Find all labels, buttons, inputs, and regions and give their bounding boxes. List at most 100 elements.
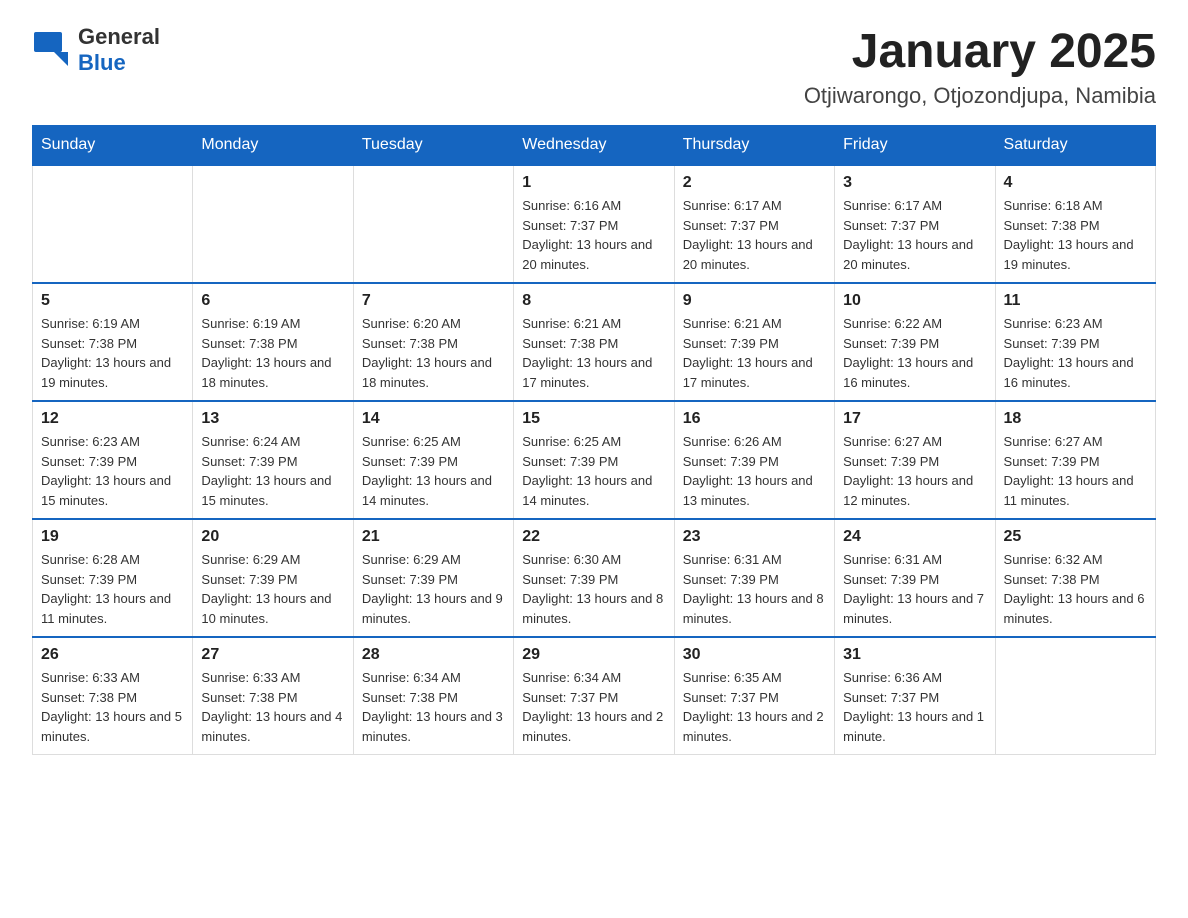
day-number: 13 (201, 410, 344, 428)
calendar-day-cell: 13 Sunrise: 6:24 AMSunset: 7:39 PMDayligh… (193, 401, 353, 519)
day-info: Sunrise: 6:35 AMSunset: 7:37 PMDaylight:… (683, 668, 826, 746)
day-info: Sunrise: 6:18 AMSunset: 7:38 PMDaylight:… (1004, 196, 1147, 274)
day-number: 6 (201, 292, 344, 310)
day-number: 8 (522, 292, 665, 310)
day-number: 15 (522, 410, 665, 428)
day-of-week-header: Sunday (33, 126, 193, 166)
day-number: 27 (201, 646, 344, 664)
calendar-week-row: 12 Sunrise: 6:23 AMSunset: 7:39 PMDayligh… (33, 401, 1156, 519)
day-info: Sunrise: 6:33 AMSunset: 7:38 PMDaylight:… (201, 668, 344, 746)
calendar-day-cell: 3 Sunrise: 6:17 AMSunset: 7:37 PMDaylight… (835, 165, 995, 283)
calendar-day-cell: 16 Sunrise: 6:26 AMSunset: 7:39 PMDayligh… (674, 401, 834, 519)
day-info: Sunrise: 6:19 AMSunset: 7:38 PMDaylight:… (41, 314, 184, 392)
day-info: Sunrise: 6:31 AMSunset: 7:39 PMDaylight:… (683, 550, 826, 628)
header: General Blue January 2025 Otjiwarongo, O… (32, 24, 1156, 109)
day-number: 3 (843, 174, 986, 192)
day-info: Sunrise: 6:16 AMSunset: 7:37 PMDaylight:… (522, 196, 665, 274)
calendar-day-cell (995, 637, 1155, 755)
day-number: 12 (41, 410, 184, 428)
day-info: Sunrise: 6:23 AMSunset: 7:39 PMDaylight:… (1004, 314, 1147, 392)
calendar-day-cell: 1 Sunrise: 6:16 AMSunset: 7:37 PMDaylight… (514, 165, 674, 283)
day-info: Sunrise: 6:20 AMSunset: 7:38 PMDaylight:… (362, 314, 505, 392)
calendar-day-cell: 23 Sunrise: 6:31 AMSunset: 7:39 PMDayligh… (674, 519, 834, 637)
calendar-day-cell: 11 Sunrise: 6:23 AMSunset: 7:39 PMDayligh… (995, 283, 1155, 401)
calendar-day-cell: 28 Sunrise: 6:34 AMSunset: 7:38 PMDayligh… (353, 637, 513, 755)
day-info: Sunrise: 6:36 AMSunset: 7:37 PMDaylight:… (843, 668, 986, 746)
day-info: Sunrise: 6:22 AMSunset: 7:39 PMDaylight:… (843, 314, 986, 392)
calendar-day-cell: 15 Sunrise: 6:25 AMSunset: 7:39 PMDayligh… (514, 401, 674, 519)
location-title: Otjiwarongo, Otjozondjupa, Namibia (804, 83, 1156, 109)
day-info: Sunrise: 6:32 AMSunset: 7:38 PMDaylight:… (1004, 550, 1147, 628)
day-number: 2 (683, 174, 826, 192)
calendar-day-cell: 2Sunrise: 6:17 AMSunset: 7:37 PMDaylight… (674, 165, 834, 283)
day-info: Sunrise: 6:27 AMSunset: 7:39 PMDaylight:… (843, 432, 986, 510)
calendar-day-cell: 14 Sunrise: 6:25 AMSunset: 7:39 PMDayligh… (353, 401, 513, 519)
day-number: 31 (843, 646, 986, 664)
day-info: Sunrise: 6:28 AMSunset: 7:39 PMDaylight:… (41, 550, 184, 628)
day-number: 1 (522, 174, 665, 192)
day-of-week-header: Thursday (674, 126, 834, 166)
day-info: Sunrise: 6:30 AMSunset: 7:39 PMDaylight:… (522, 550, 665, 628)
day-number: 30 (683, 646, 826, 664)
day-info: Sunrise: 6:26 AMSunset: 7:39 PMDaylight:… (683, 432, 826, 510)
day-number: 18 (1004, 410, 1147, 428)
day-info: Sunrise: 6:23 AMSunset: 7:39 PMDaylight:… (41, 432, 184, 510)
calendar-day-cell: 22 Sunrise: 6:30 AMSunset: 7:39 PMDayligh… (514, 519, 674, 637)
day-info: Sunrise: 6:19 AMSunset: 7:38 PMDaylight:… (201, 314, 344, 392)
calendar-day-cell: 25 Sunrise: 6:32 AMSunset: 7:38 PMDayligh… (995, 519, 1155, 637)
calendar-day-cell (33, 165, 193, 283)
day-info: Sunrise: 6:34 AMSunset: 7:37 PMDaylight:… (522, 668, 665, 746)
day-number: 20 (201, 528, 344, 546)
day-of-week-header: Friday (835, 126, 995, 166)
logo-general-text: General (78, 24, 160, 50)
calendar-day-cell (193, 165, 353, 283)
day-number: 10 (843, 292, 986, 310)
calendar-day-cell: 12 Sunrise: 6:23 AMSunset: 7:39 PMDayligh… (33, 401, 193, 519)
calendar-day-cell: 19 Sunrise: 6:28 AMSunset: 7:39 PMDayligh… (33, 519, 193, 637)
title-area: January 2025 Otjiwarongo, Otjozondjupa, … (804, 24, 1156, 109)
day-info: Sunrise: 6:21 AMSunset: 7:38 PMDaylight:… (522, 314, 665, 392)
day-number: 5 (41, 292, 184, 310)
day-info: Sunrise: 6:25 AMSunset: 7:39 PMDaylight:… (362, 432, 505, 510)
day-number: 26 (41, 646, 184, 664)
day-info: Sunrise: 6:27 AMSunset: 7:39 PMDaylight:… (1004, 432, 1147, 510)
day-info: Sunrise: 6:17 AMSunset: 7:37 PMDaylight:… (843, 196, 986, 274)
day-number: 14 (362, 410, 505, 428)
calendar-header-row: SundayMondayTuesdayWednesdayThursdayFrid… (33, 126, 1156, 166)
day-info: Sunrise: 6:25 AMSunset: 7:39 PMDaylight:… (522, 432, 665, 510)
calendar-day-cell: 20 Sunrise: 6:29 AMSunset: 7:39 PMDayligh… (193, 519, 353, 637)
day-info: Sunrise: 6:24 AMSunset: 7:39 PMDaylight:… (201, 432, 344, 510)
day-number: 22 (522, 528, 665, 546)
day-number: 28 (362, 646, 505, 664)
calendar-day-cell: 24Sunrise: 6:31 AMSunset: 7:39 PMDayligh… (835, 519, 995, 637)
day-number: 25 (1004, 528, 1147, 546)
day-number: 4 (1004, 174, 1147, 192)
day-of-week-header: Saturday (995, 126, 1155, 166)
day-of-week-header: Tuesday (353, 126, 513, 166)
calendar-day-cell: 10 Sunrise: 6:22 AMSunset: 7:39 PMDayligh… (835, 283, 995, 401)
day-info: Sunrise: 6:29 AMSunset: 7:39 PMDaylight:… (201, 550, 344, 628)
calendar-day-cell: 27 Sunrise: 6:33 AMSunset: 7:38 PMDayligh… (193, 637, 353, 755)
day-number: 19 (41, 528, 184, 546)
calendar-day-cell: 7Sunrise: 6:20 AMSunset: 7:38 PMDaylight… (353, 283, 513, 401)
calendar-day-cell: 4 Sunrise: 6:18 AMSunset: 7:38 PMDaylight… (995, 165, 1155, 283)
day-number: 16 (683, 410, 826, 428)
day-info: Sunrise: 6:34 AMSunset: 7:38 PMDaylight:… (362, 668, 505, 746)
day-number: 21 (362, 528, 505, 546)
day-number: 29 (522, 646, 665, 664)
day-number: 23 (683, 528, 826, 546)
day-info: Sunrise: 6:31 AMSunset: 7:39 PMDaylight:… (843, 550, 986, 628)
calendar-week-row: 19 Sunrise: 6:28 AMSunset: 7:39 PMDayligh… (33, 519, 1156, 637)
logo: General Blue (32, 24, 160, 76)
day-of-week-header: Wednesday (514, 126, 674, 166)
calendar-week-row: 5 Sunrise: 6:19 AMSunset: 7:38 PMDaylight… (33, 283, 1156, 401)
calendar: SundayMondayTuesdayWednesdayThursdayFrid… (32, 125, 1156, 755)
calendar-day-cell: 6 Sunrise: 6:19 AMSunset: 7:38 PMDaylight… (193, 283, 353, 401)
day-number: 9 (683, 292, 826, 310)
day-info: Sunrise: 6:33 AMSunset: 7:38 PMDaylight:… (41, 668, 184, 746)
day-number: 11 (1004, 292, 1147, 310)
calendar-day-cell: 30 Sunrise: 6:35 AMSunset: 7:37 PMDayligh… (674, 637, 834, 755)
calendar-day-cell: 18 Sunrise: 6:27 AMSunset: 7:39 PMDayligh… (995, 401, 1155, 519)
calendar-day-cell: 5 Sunrise: 6:19 AMSunset: 7:38 PMDaylight… (33, 283, 193, 401)
calendar-day-cell: 26 Sunrise: 6:33 AMSunset: 7:38 PMDayligh… (33, 637, 193, 755)
